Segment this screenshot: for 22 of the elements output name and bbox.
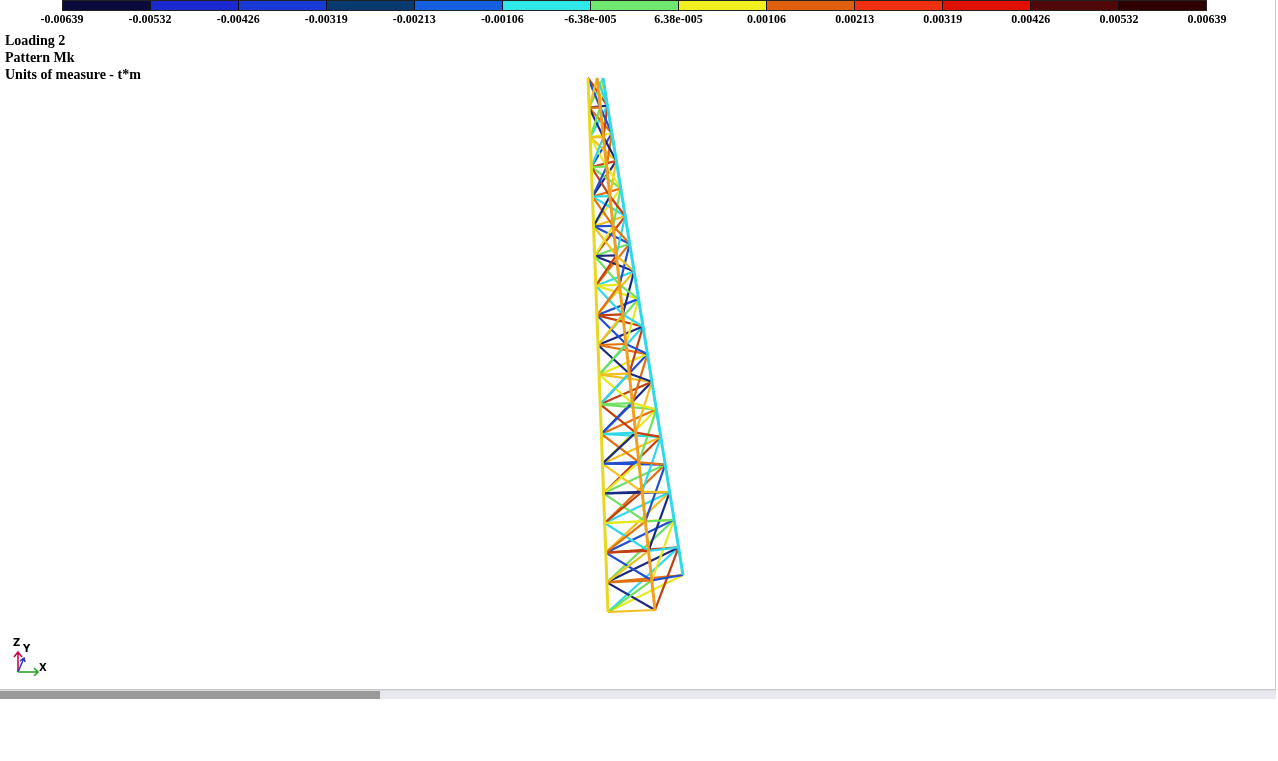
scale-value-label: 0.00319	[923, 12, 963, 27]
info-text: Units of measure - t*m	[5, 66, 141, 83]
scale-value-label: 0.00639	[1187, 12, 1227, 27]
scale-value-label: 6.38e-005	[654, 12, 703, 27]
x-axis-label: X	[39, 663, 47, 673]
z-axis-label: Z	[13, 638, 21, 648]
scale-value-label: 0.00106	[747, 12, 787, 27]
info-text: Loading 2	[5, 32, 66, 49]
scrollbar-thumb[interactable]	[0, 691, 380, 699]
scale-value-label: -0.00106	[480, 12, 524, 27]
scale-value-label: -0.00426	[216, 12, 260, 27]
scale-value-label: -6.38e-005	[564, 12, 617, 27]
y-axis-label: Y	[23, 644, 31, 654]
scale-value-label: -0.00213	[392, 12, 436, 27]
scale-value-label: -0.00319	[304, 12, 348, 27]
scale-value-label: 0.00532	[1099, 12, 1139, 27]
horizontal-scrollbar[interactable]	[0, 690, 1276, 699]
scale-value-label: 0.00426	[1011, 12, 1051, 27]
info-text: Pattern Mk	[5, 49, 75, 66]
scale-value-label: -0.00532	[128, 12, 172, 27]
scale-value-label: -0.00639	[40, 12, 84, 27]
scale-value-label: 0.00213	[835, 12, 875, 27]
